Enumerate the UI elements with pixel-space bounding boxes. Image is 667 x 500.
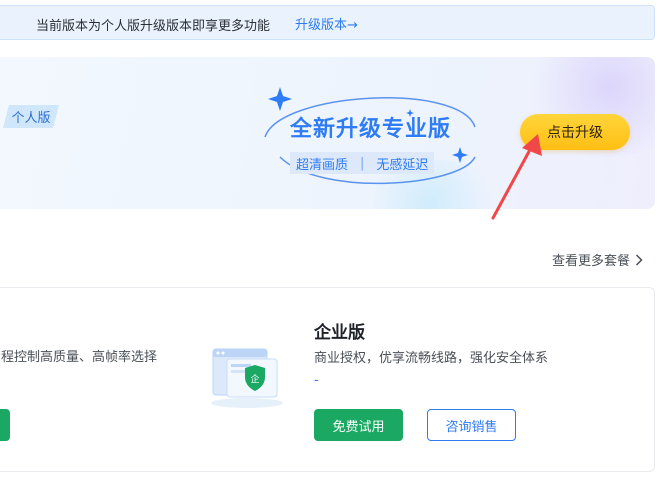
chevron-right-icon: [635, 253, 643, 266]
enterprise-title: 企业版: [314, 323, 365, 343]
left-package-button[interactable]: [0, 409, 10, 441]
red-arrow-icon: [491, 134, 542, 220]
enterprise-badge-char: 企: [250, 373, 259, 385]
enterprise-illustration-icon: 企: [211, 348, 283, 408]
notice-text: 当前版本为个人版升级版本即享更多功能: [36, 19, 271, 34]
enterprise-extra: -: [314, 373, 319, 388]
upgrade-banner: 个人版 全新升级专业版 超清画质 | 无感延迟 点击升级: [0, 57, 655, 209]
more-packages-link[interactable]: 查看更多套餐: [552, 250, 643, 269]
more-packages-label: 查看更多套餐: [552, 254, 631, 269]
feature-ultra-hd: 超清画质: [296, 157, 349, 173]
free-trial-button[interactable]: 免费试用: [314, 409, 403, 441]
personal-edition-tag: 个人版: [3, 105, 59, 128]
feature-no-latency: 无感延迟: [376, 157, 429, 173]
consult-sales-button[interactable]: 咨询销售: [427, 409, 516, 441]
enterprise-description: 商业授权，优享流畅线路，强化安全体系: [314, 351, 549, 366]
upgrade-notice-bar: 当前版本为个人版升级版本即享更多功能 升级版本→: [0, 5, 655, 40]
banner-title: 全新升级专业版: [290, 117, 452, 142]
feature-strip: 超清画质 | 无感延迟: [290, 152, 435, 174]
page: 当前版本为个人版升级版本即享更多功能 升级版本→ 个人版 全新升级专业版 超清画…: [0, 0, 667, 500]
upgrade-version-link[interactable]: 升级版本→: [295, 14, 358, 33]
left-package-description: 程控制高质量、高帧率选择: [1, 350, 158, 365]
packages-card: 程控制高质量、高帧率选择 企 企业版 商业授权，优享流畅线路，强化安全体系 - …: [0, 287, 655, 472]
feature-separator: |: [360, 155, 365, 171]
